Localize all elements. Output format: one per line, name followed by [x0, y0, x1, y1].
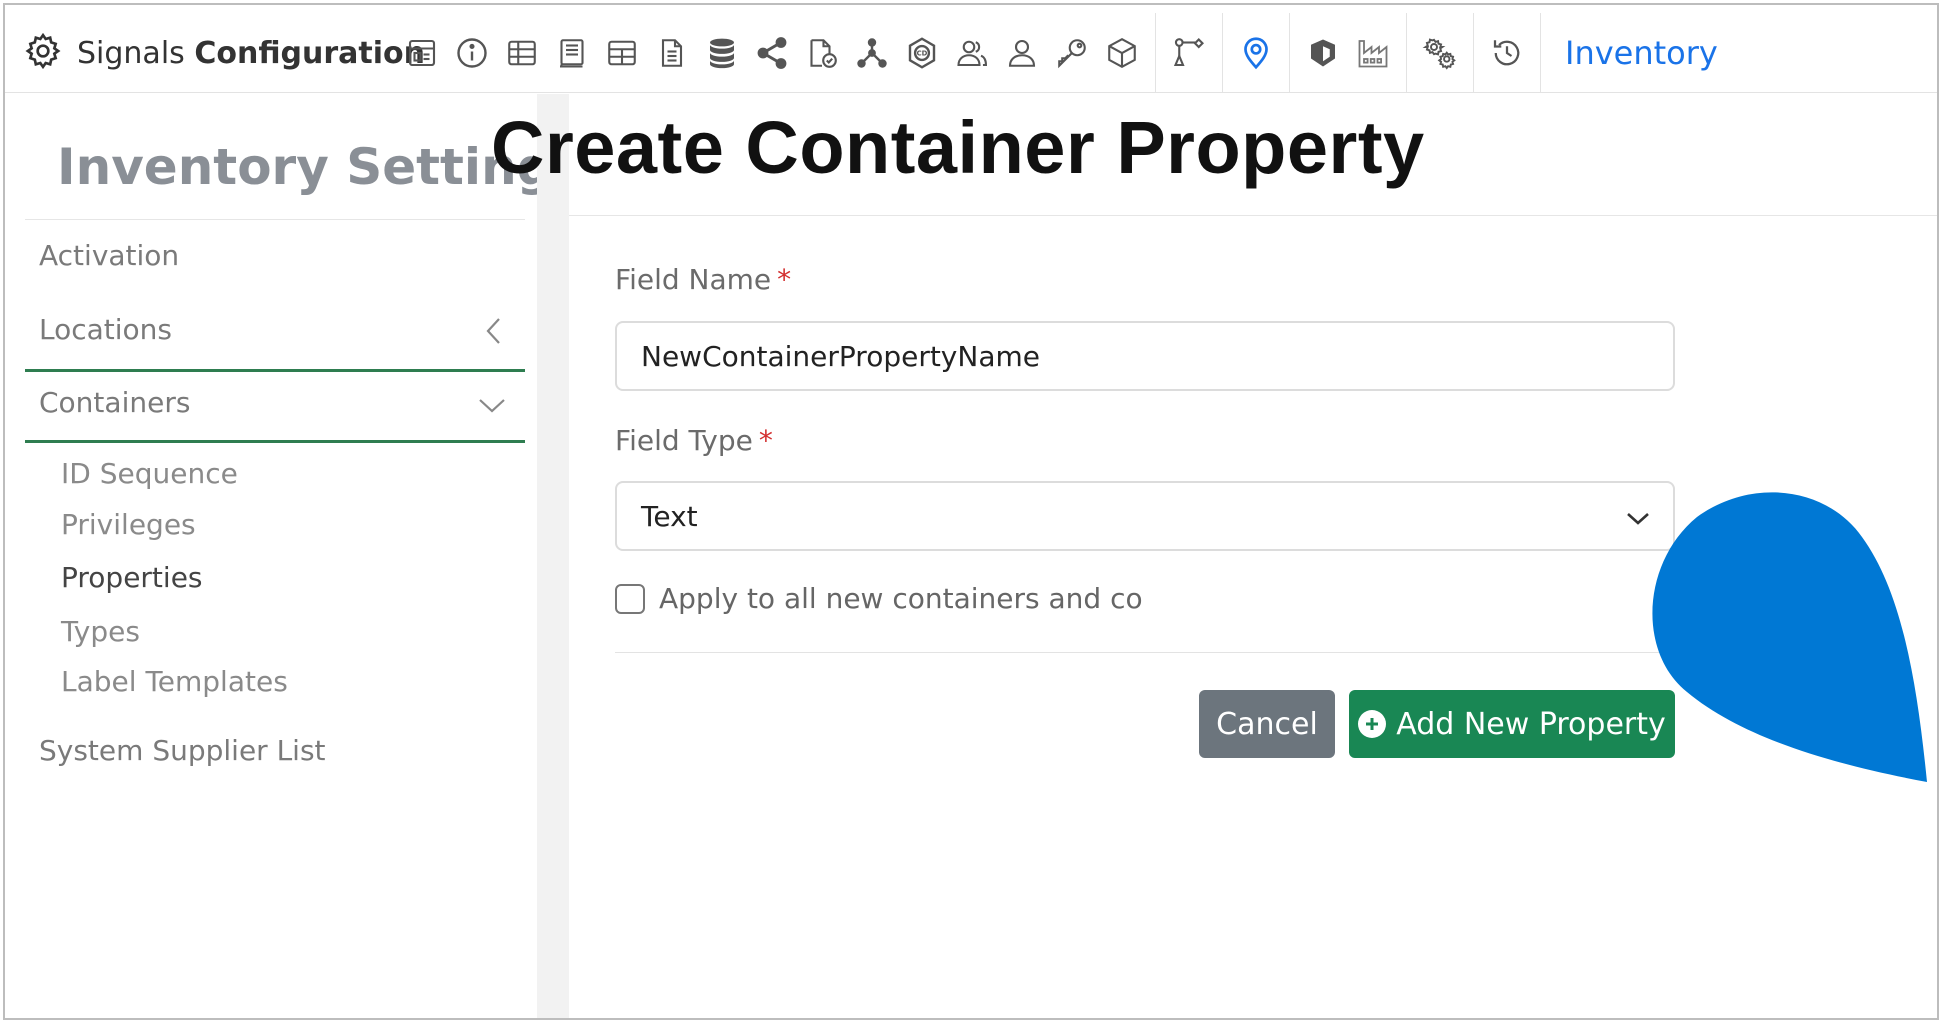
sidebar-gutter — [537, 94, 569, 1018]
chevron-left-icon[interactable] — [483, 316, 505, 350]
sidebar-title-divider — [25, 219, 525, 220]
add-new-property-button[interactable]: Add New Property — [1349, 690, 1675, 758]
main-header-divider — [569, 215, 1937, 216]
pointer-overlay — [1652, 492, 1927, 782]
toolbar-divider — [1406, 13, 1407, 93]
key-icon[interactable] — [1047, 29, 1097, 77]
cd-icon[interactable]: CD — [897, 29, 947, 77]
field-type-label: Field Type * — [615, 424, 773, 457]
book-icon[interactable] — [547, 29, 597, 77]
field-type-value: Text — [641, 499, 698, 533]
chevron-down-icon[interactable] — [477, 396, 507, 420]
shield-icon[interactable] — [1298, 29, 1348, 77]
database-icon[interactable] — [697, 29, 747, 77]
cancel-button-label: Cancel — [1216, 706, 1318, 742]
brand[interactable]: Signals Configuration — [23, 31, 425, 75]
sidebar-item-containers[interactable]: Containers — [39, 386, 190, 419]
field-type-select[interactable]: Text — [615, 481, 1675, 551]
sidebar-subitem-id-sequence[interactable]: ID Sequence — [61, 457, 238, 490]
cancel-button[interactable]: Cancel — [1199, 690, 1335, 758]
apply-all-label[interactable]: Apply to all new containers and co — [659, 582, 1143, 615]
brand-bold: Configuration — [194, 35, 426, 71]
factory-icon[interactable] — [1348, 29, 1398, 77]
sidebar-item-activation[interactable]: Activation — [39, 239, 179, 272]
svg-text:CD: CD — [917, 50, 928, 58]
toolbar-divider — [1289, 13, 1290, 93]
apply-all-row: Apply to all new containers and co — [615, 582, 1143, 615]
brand-prefix: Signals — [77, 35, 195, 71]
form-divider — [615, 652, 1675, 653]
required-marker: * — [777, 263, 792, 296]
toolbar-divider — [1222, 13, 1223, 93]
sidebar-active-line-top — [25, 369, 525, 372]
toolbar-divider — [1540, 13, 1541, 93]
grid-icon[interactable] — [597, 29, 647, 77]
info-icon[interactable] — [447, 29, 497, 77]
field-name-label-text: Field Name — [615, 263, 772, 296]
top-navbar: Signals Configuration CD Inventory — [5, 13, 1937, 93]
inventory-link[interactable]: Inventory — [1565, 34, 1718, 72]
gears-icon[interactable] — [1415, 29, 1465, 77]
field-name-label: Field Name * — [615, 263, 791, 296]
user-icon[interactable] — [997, 29, 1047, 77]
field-type-label-text: Field Type — [615, 424, 753, 457]
settings-sidebar: Inventory Settings Activation Locations … — [5, 94, 582, 1018]
toolbar-divider — [1473, 13, 1474, 93]
cube-icon[interactable] — [1097, 29, 1147, 77]
gear-icon — [23, 31, 63, 75]
field-name-value: NewContainerPropertyName — [641, 339, 1040, 373]
map-pin-icon[interactable] — [1231, 29, 1281, 77]
table-icon[interactable] — [497, 29, 547, 77]
sidebar-subitem-privileges[interactable]: Privileges — [61, 508, 196, 541]
page-title: Create Container Property — [491, 106, 1425, 189]
workflow-icon[interactable] — [1164, 29, 1214, 77]
required-marker: * — [758, 424, 773, 457]
plus-circle-icon — [1358, 710, 1387, 738]
sidebar-item-locations[interactable]: Locations — [39, 313, 172, 346]
users-icon[interactable] — [947, 29, 997, 77]
toolbar-divider — [1155, 13, 1156, 93]
sidebar-subitem-types[interactable]: Types — [61, 615, 140, 648]
app-window: Signals Configuration CD Inventory Inven… — [3, 3, 1939, 1020]
sidebar-subitem-label-templates[interactable]: Label Templates — [61, 665, 288, 698]
add-new-property-label: Add New Property — [1396, 706, 1666, 742]
field-name-input[interactable]: NewContainerPropertyName — [615, 321, 1675, 391]
document-icon[interactable] — [647, 29, 697, 77]
sidebar-active-line-bottom — [25, 440, 525, 443]
sidebar-item-system-supplier-list[interactable]: System Supplier List — [39, 734, 326, 767]
file-check-icon[interactable] — [797, 29, 847, 77]
history-icon[interactable] — [1482, 29, 1532, 77]
apply-all-checkbox[interactable] — [615, 583, 645, 614]
layout-icon[interactable] — [397, 29, 447, 77]
main-panel: Field Name * NewContainerPropertyName Fie… — [569, 94, 1937, 1018]
toolbar-icons: CD Inventory — [397, 13, 1718, 93]
sidebar-subitem-properties[interactable]: Properties — [61, 561, 203, 594]
hierarchy-icon[interactable] — [847, 29, 897, 77]
share-icon[interactable] — [747, 29, 797, 77]
